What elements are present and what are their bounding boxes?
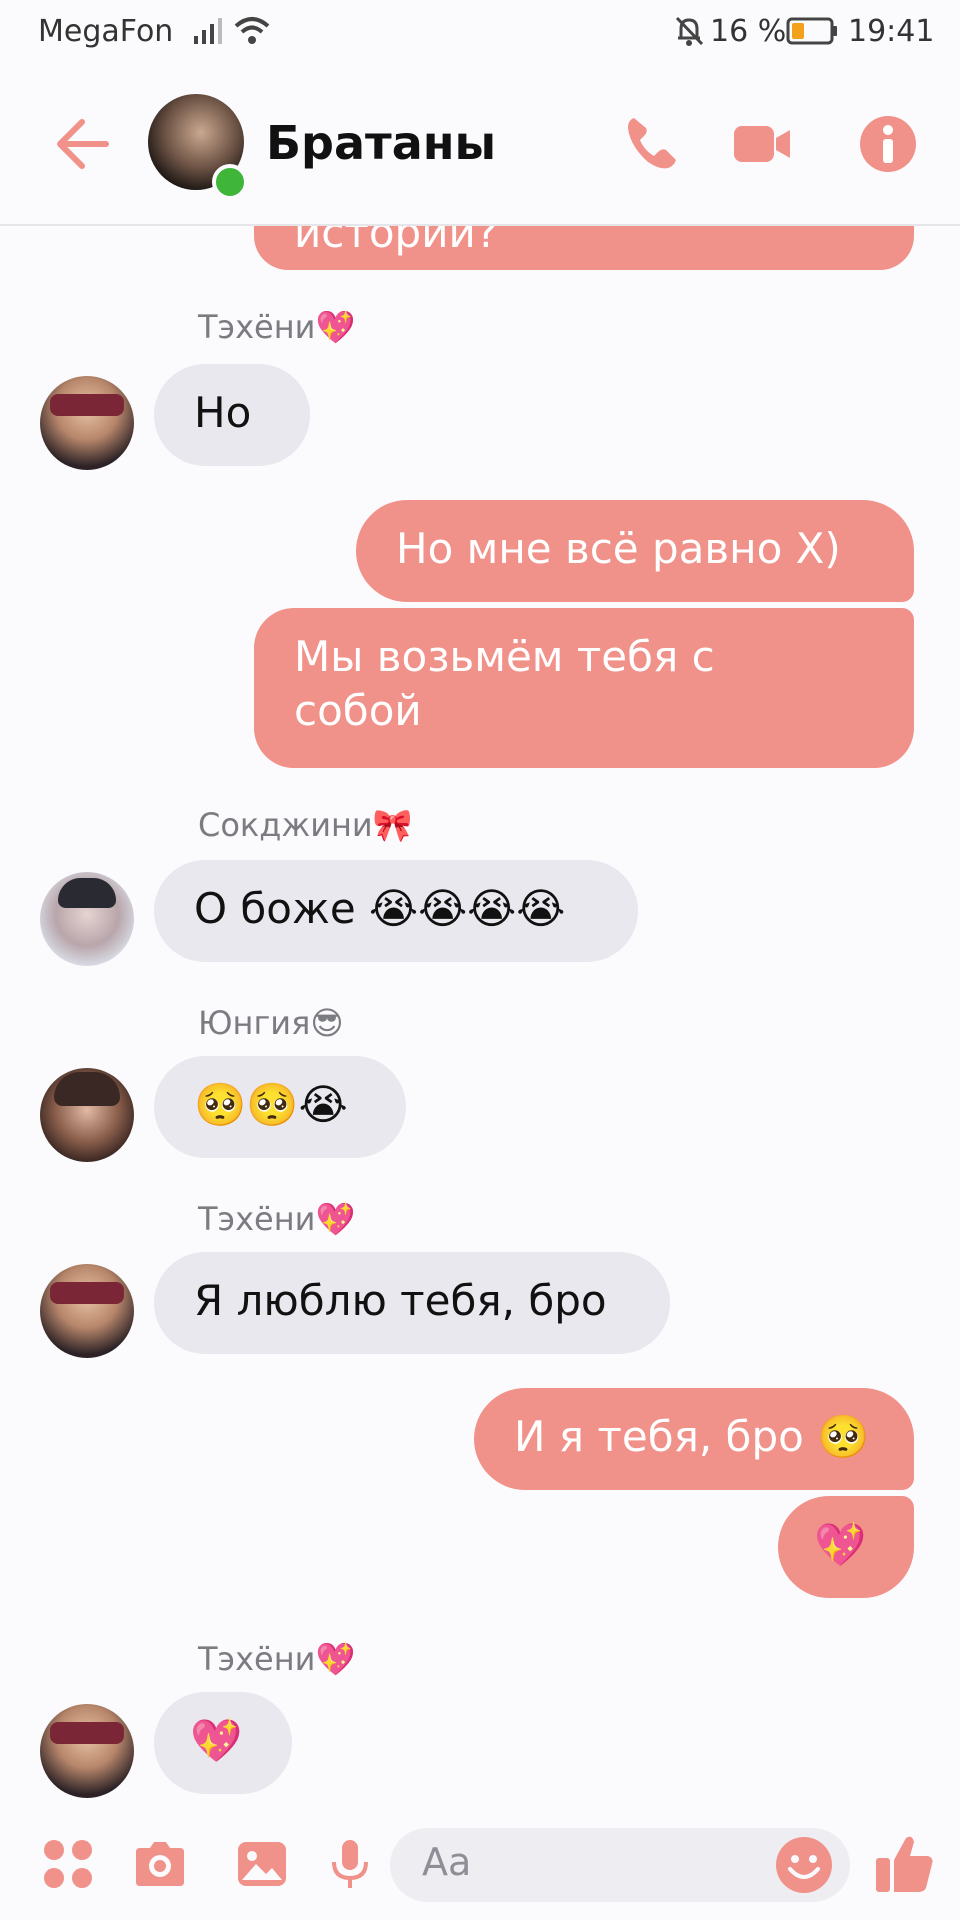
emoji-icon[interactable] <box>774 1835 834 1895</box>
back-arrow-icon[interactable] <box>52 114 112 174</box>
avatar[interactable] <box>40 872 134 966</box>
wifi-icon <box>234 17 270 44</box>
chat-title[interactable]: Братаны <box>266 116 496 170</box>
message-text: О боже 😭😭😭😭 <box>194 884 566 933</box>
avatar[interactable] <box>40 376 134 470</box>
chat-header: Братаны <box>0 64 960 226</box>
microphone-icon[interactable] <box>320 1834 380 1894</box>
avatar[interactable] <box>40 1704 134 1798</box>
message-bubble-incoming[interactable]: О боже 😭😭😭😭 <box>154 860 638 962</box>
avatar[interactable] <box>40 1264 134 1358</box>
phone-icon[interactable] <box>620 112 684 176</box>
message-input-placeholder: Aa <box>422 1840 472 1884</box>
status-bar: MegaFon 16 % 19:41 <box>0 0 960 64</box>
message-composer: Aa <box>0 1810 960 1920</box>
message-text: 💖 <box>190 1716 243 1765</box>
carrier-name: MegaFon <box>38 14 174 49</box>
sender-name: Юнгия😎 <box>198 1004 344 1042</box>
clock-time: 19:41 <box>848 14 935 49</box>
signal-icon <box>194 18 222 44</box>
thumbs-up-icon[interactable] <box>872 1830 938 1896</box>
message-bubble-outgoing[interactable]: Мы возьмём тебя с собой <box>254 608 914 768</box>
message-text: истории? <box>294 224 499 257</box>
message-text: Но <box>194 388 252 437</box>
message-bubble-incoming[interactable]: 💖 <box>154 1692 292 1794</box>
image-icon[interactable] <box>232 1834 292 1894</box>
info-icon[interactable] <box>856 112 920 176</box>
sender-name: Сокджини🎀 <box>198 806 413 844</box>
message-bubble-outgoing[interactable]: Но мне всё равно Х) <box>356 500 914 602</box>
message-text: И я тебя, бро 🥺 <box>514 1412 870 1461</box>
message-text: Я люблю тебя, бро <box>194 1276 607 1325</box>
camera-icon[interactable] <box>130 1834 190 1894</box>
message-text-line: собой <box>294 686 422 735</box>
sender-name: Тэхёни💖 <box>198 308 356 346</box>
video-camera-icon[interactable] <box>730 112 794 176</box>
apps-icon[interactable] <box>38 1834 98 1894</box>
message-bubble-incoming[interactable]: Я люблю тебя, бро <box>154 1252 670 1354</box>
message-bubble-outgoing[interactable]: истории? <box>254 224 914 270</box>
message-bubble-outgoing[interactable]: И я тебя, бро 🥺 <box>474 1388 914 1490</box>
message-list[interactable]: истории? Тэхёни💖 Но Но мне всё равно Х) … <box>0 224 960 1810</box>
bell-off-icon <box>675 16 704 46</box>
message-bubble-incoming[interactable]: Но <box>154 364 310 466</box>
message-bubble-incoming[interactable]: 🥺🥺😭 <box>154 1056 406 1158</box>
online-status-dot <box>212 164 248 200</box>
battery-low-icon <box>786 17 837 45</box>
message-input[interactable]: Aa <box>390 1828 850 1902</box>
message-text: 🥺🥺😭 <box>194 1080 348 1129</box>
sender-name: Тэхёни💖 <box>198 1200 356 1238</box>
battery-percent: 16 % <box>710 14 787 49</box>
message-text-line: Мы возьмём тебя с <box>294 632 715 681</box>
message-bubble-outgoing[interactable]: 💖 <box>778 1496 914 1598</box>
message-text: 💖 <box>814 1520 867 1569</box>
sender-name: Тэхёни💖 <box>198 1640 356 1678</box>
message-text: Но мне всё равно Х) <box>396 524 841 573</box>
avatar[interactable] <box>40 1068 134 1162</box>
